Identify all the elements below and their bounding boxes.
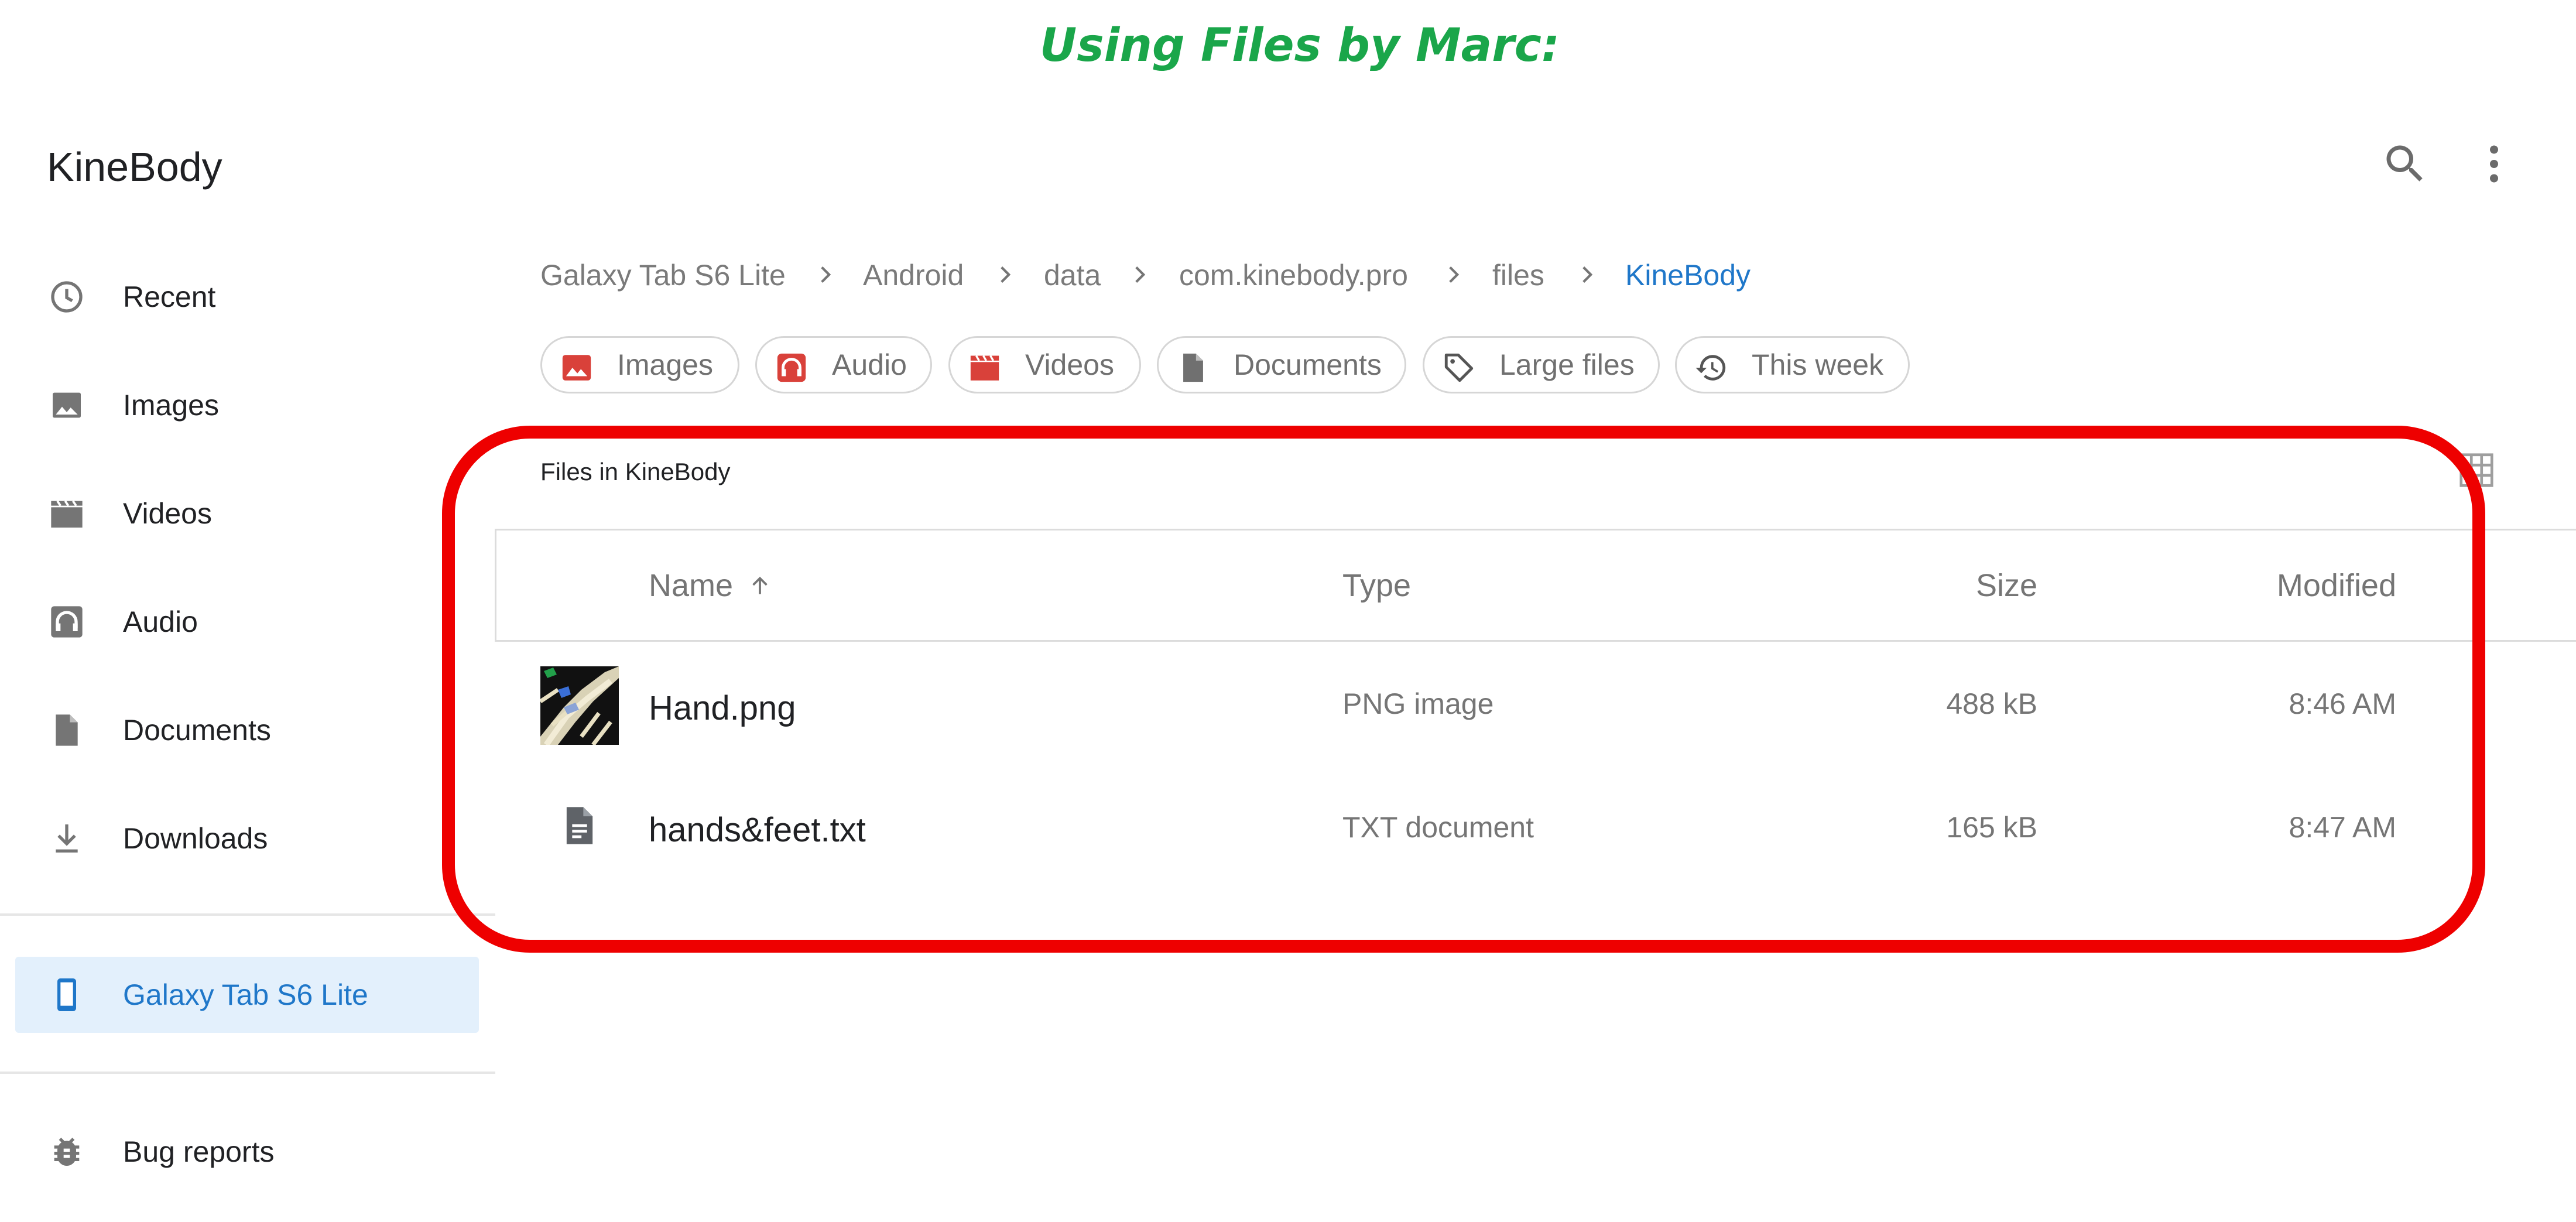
- chevron-right-icon: [1573, 260, 1602, 289]
- chip-this-week[interactable]: This week: [1675, 336, 1910, 393]
- sidebar-item-label: Downloads: [123, 822, 268, 855]
- caption-title: Using Files by Marc:: [1039, 19, 1560, 72]
- breadcrumb-item[interactable]: data: [1044, 252, 1101, 299]
- tag-icon: [1442, 351, 1476, 385]
- chip-label: Documents: [1234, 348, 1382, 381]
- chip-label: Videos: [1025, 348, 1114, 381]
- headphones-icon: [48, 603, 85, 641]
- chip-label: This week: [1752, 348, 1884, 381]
- headphones-icon: [775, 351, 809, 385]
- tablet-icon: [48, 976, 85, 1014]
- sidebar-item-bug-reports[interactable]: Bug reports: [18, 1114, 480, 1190]
- sidebar-item-audio[interactable]: Audio: [18, 584, 480, 660]
- sidebar-item-label: Bug reports: [123, 1135, 275, 1168]
- bug-icon: [48, 1133, 85, 1170]
- sidebar-item-images[interactable]: Images: [18, 367, 480, 443]
- chip-videos[interactable]: Videos: [948, 336, 1141, 393]
- chip-label: Images: [617, 348, 713, 381]
- chip-label: Large files: [1499, 348, 1635, 381]
- highlight-annotation: [442, 426, 2485, 953]
- video-icon: [48, 495, 85, 532]
- chevron-right-icon: [991, 260, 1020, 289]
- image-icon: [48, 386, 85, 424]
- history-icon: [1694, 351, 1728, 385]
- breadcrumb-item[interactable]: Galaxy Tab S6 Lite: [540, 252, 786, 299]
- document-icon: [48, 711, 85, 749]
- chip-audio[interactable]: Audio: [755, 336, 932, 393]
- breadcrumb-item[interactable]: Android: [863, 252, 964, 299]
- search-icon[interactable]: [2380, 139, 2430, 189]
- sidebar-divider: [0, 913, 495, 916]
- chevron-right-icon: [1125, 260, 1155, 289]
- breadcrumb-item[interactable]: files: [1492, 252, 1544, 299]
- breadcrumb-item[interactable]: com.kinebody.pro: [1179, 252, 1408, 299]
- chip-images[interactable]: Images: [540, 336, 739, 393]
- image-icon: [560, 351, 594, 385]
- sidebar-item-label: Galaxy Tab S6 Lite: [123, 978, 368, 1011]
- sidebar-item-galaxy-tab[interactable]: Galaxy Tab S6 Lite: [15, 957, 479, 1033]
- sidebar-item-documents[interactable]: Documents: [18, 692, 480, 768]
- sidebar-item-downloads[interactable]: Downloads: [18, 800, 480, 877]
- chevron-right-icon: [1439, 260, 1468, 289]
- app-title: KineBody: [47, 144, 222, 190]
- sidebar-item-videos[interactable]: Videos: [18, 475, 480, 552]
- sidebar-item-label: Recent: [123, 280, 216, 313]
- sidebar-divider: [0, 1072, 495, 1074]
- sidebar-item-label: Documents: [123, 714, 271, 747]
- chip-documents[interactable]: Documents: [1157, 336, 1406, 393]
- breadcrumb-current[interactable]: KineBody: [1625, 252, 1751, 299]
- chevron-right-icon: [811, 260, 840, 289]
- download-icon: [48, 820, 85, 857]
- sidebar-item-label: Videos: [123, 497, 212, 530]
- more-vert-icon[interactable]: [2469, 139, 2519, 189]
- video-icon: [968, 351, 1002, 385]
- clock-icon: [48, 278, 85, 316]
- document-icon: [1176, 351, 1210, 385]
- chip-label: Audio: [832, 348, 907, 381]
- sidebar-item-label: Images: [123, 389, 219, 422]
- sidebar-item-label: Audio: [123, 605, 198, 638]
- sidebar-item-recent[interactable]: Recent: [18, 259, 480, 335]
- chip-large-files[interactable]: Large files: [1423, 336, 1660, 393]
